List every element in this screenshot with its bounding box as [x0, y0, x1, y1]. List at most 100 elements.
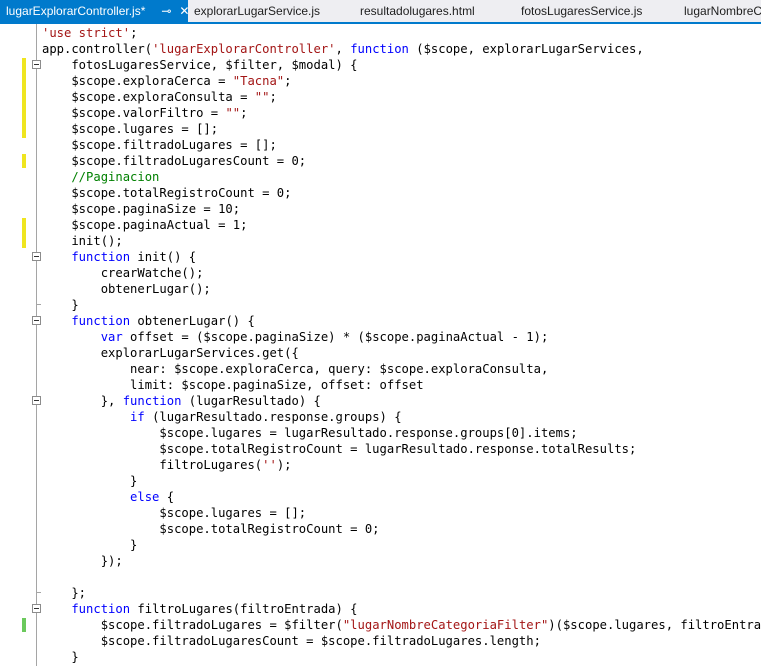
code-line[interactable]: function init() { [42, 249, 196, 265]
code-token: $scope.paginaSize = 10; [42, 202, 241, 216]
code-token: function [42, 314, 131, 328]
code-token: function [42, 602, 131, 616]
code-line[interactable]: crearWatche(); [42, 265, 204, 281]
code-token: filtroLugares(filtroEntrada) { [130, 602, 358, 616]
code-token: } [42, 298, 79, 312]
tab-lugar-nombre[interactable]: lugarNombreC [684, 0, 761, 22]
code-token: if [42, 410, 145, 424]
code-line[interactable]: filtroLugares(''); [42, 457, 291, 473]
collapse-icon[interactable] [32, 60, 41, 69]
code-token: ($scope, explorarLugarServices, [408, 42, 644, 56]
code-line[interactable]: function obtenerLugar() { [42, 313, 254, 329]
code-token: init() { [130, 250, 197, 264]
code-line[interactable]: if (lugarResultado.response.groups) { [42, 409, 402, 425]
code-line[interactable]: init(); [42, 233, 123, 249]
code-editor[interactable]: 'use strict'; app.controller('lugarExplor… [0, 24, 761, 666]
code-token: { [159, 490, 175, 504]
code-token: init(); [42, 234, 123, 248]
code-line[interactable]: }); [42, 553, 123, 569]
tab-resultado-lugares[interactable]: resultadolugares.html [360, 0, 475, 22]
code-line[interactable]: $scope.exploraConsulta = ""; [42, 89, 276, 105]
code-token: 'use strict' [42, 26, 131, 40]
change-marker [22, 218, 26, 248]
code-line[interactable]: $scope.exploraCerca = "Tacna"; [42, 73, 291, 89]
code-token: "lugarNombreCategoriaFilter" [342, 618, 549, 632]
code-token: $scope.totalRegistroCount = 0; [42, 522, 380, 536]
code-token: }; [42, 586, 87, 600]
code-token: fotosLugaresService, $filter, $modal) { [42, 58, 358, 72]
code-token: ; [130, 26, 138, 40]
code-line[interactable]: } [42, 473, 137, 489]
outline-line [36, 24, 37, 666]
code-token: 'lugarExplorarController' [152, 42, 336, 56]
code-line[interactable]: $scope.filtradoLugares = $filter("lugarN… [42, 617, 761, 633]
code-token: }); [42, 554, 123, 568]
code-line[interactable]: $scope.paginaSize = 10; [42, 201, 240, 217]
collapse-icon[interactable] [32, 252, 41, 261]
change-marker [22, 154, 26, 168]
code-line[interactable]: limit: $scope.paginaSize, offset: offset [42, 377, 424, 393]
code-token: $scope.valorFiltro = [42, 106, 226, 120]
code-token: var [42, 330, 123, 344]
code-line[interactable]: } [42, 649, 78, 665]
code-token: $scope.lugares = lugarResultado.response… [42, 426, 578, 440]
code-line[interactable]: function filtroLugares(filtroEntrada) { [42, 601, 358, 617]
outline-end-mark [36, 304, 41, 305]
code-token: }, [42, 394, 123, 408]
code-line[interactable]: $scope.filtradoLugares = []; [42, 137, 277, 153]
code-line[interactable]: $scope.lugares = lugarResultado.response… [42, 425, 578, 441]
code-line[interactable]: else { [42, 489, 174, 505]
code-token: limit: $scope.paginaSize, offset: offset [42, 378, 424, 392]
code-line[interactable]: obtenerLugar(); [42, 281, 211, 297]
code-token: $scope.lugares = []; [42, 122, 219, 136]
code-token: (lugarResultado.response.groups) { [144, 410, 402, 424]
code-line[interactable]: $scope.paginaActual = 1; [42, 217, 247, 233]
editor-gutter [0, 24, 24, 666]
collapse-icon[interactable] [32, 396, 41, 405]
code-token: $scope.totalRegistroCount = 0; [42, 186, 292, 200]
code-line[interactable]: $scope.valorFiltro = ""; [42, 105, 247, 121]
collapse-icon[interactable] [32, 316, 41, 325]
tab-fotos-lugares-service[interactable]: fotosLugaresService.js [521, 0, 642, 22]
code-line[interactable]: $scope.lugares = []; [42, 121, 218, 137]
code-token: $scope.filtradoLugaresCount = $scope.fil… [42, 634, 541, 648]
code-token: app.controller( [42, 42, 153, 56]
code-token: $scope.filtradoLugaresCount = 0; [42, 154, 307, 168]
code-token: function [122, 394, 182, 408]
code-token: obtenerLugar(); [42, 282, 211, 296]
code-line[interactable]: } [42, 297, 79, 313]
code-line[interactable]: } [42, 537, 137, 553]
code-line[interactable]: 'use strict'; [42, 25, 137, 41]
code-token: $scope.lugares = []; [42, 506, 307, 520]
code-line[interactable]: $scope.totalRegistroCount = 0; [42, 185, 291, 201]
pin-icon[interactable]: ⊸ [159, 0, 173, 22]
code-token: $scope.filtradoLugares = []; [42, 138, 277, 152]
code-token: //Paginacion [42, 170, 160, 184]
tab-label: resultadolugares.html [360, 4, 475, 18]
code-token: ; [240, 106, 248, 120]
change-marker [22, 122, 26, 136]
code-line[interactable]: fotosLugaresService, $filter, $modal) { [42, 57, 358, 73]
tab-explorar-lugar-service[interactable]: explorarLugarService.js [194, 0, 320, 22]
code-line[interactable]: explorarLugarServices.get({ [42, 345, 299, 361]
code-line[interactable]: $scope.filtradoLugaresCount = $scope.fil… [42, 633, 541, 649]
code-token: "Tacna" [232, 74, 285, 88]
code-line[interactable]: }; [42, 585, 86, 601]
code-line[interactable]: $scope.totalRegistroCount = lugarResulta… [42, 441, 636, 457]
collapse-icon[interactable] [32, 604, 41, 613]
code-line[interactable]: app.controller('lugarExplorarController'… [42, 41, 644, 57]
code-line[interactable]: near: $scope.exploraCerca, query: $scope… [42, 361, 548, 377]
tab-lugar-explorar-controller[interactable]: lugarExplorarController.js* ⊸ ✕ [0, 0, 191, 22]
code-line[interactable]: var offset = ($scope.paginaSize) * ($sco… [42, 329, 549, 345]
code-token: $scope.exploraConsulta = [42, 90, 255, 104]
close-icon[interactable]: ✕ [177, 0, 191, 22]
code-token: } [42, 538, 138, 552]
code-line[interactable]: $scope.totalRegistroCount = 0; [42, 521, 380, 537]
code-line[interactable]: //Paginacion [42, 169, 159, 185]
code-token: "" [225, 106, 241, 120]
code-token: function [42, 250, 131, 264]
code-line[interactable]: $scope.lugares = []; [42, 505, 306, 521]
code-line[interactable]: }, function (lugarResultado) { [42, 393, 321, 409]
code-token: (lugarResultado) { [181, 394, 321, 408]
code-line[interactable]: $scope.filtradoLugaresCount = 0; [42, 153, 306, 169]
